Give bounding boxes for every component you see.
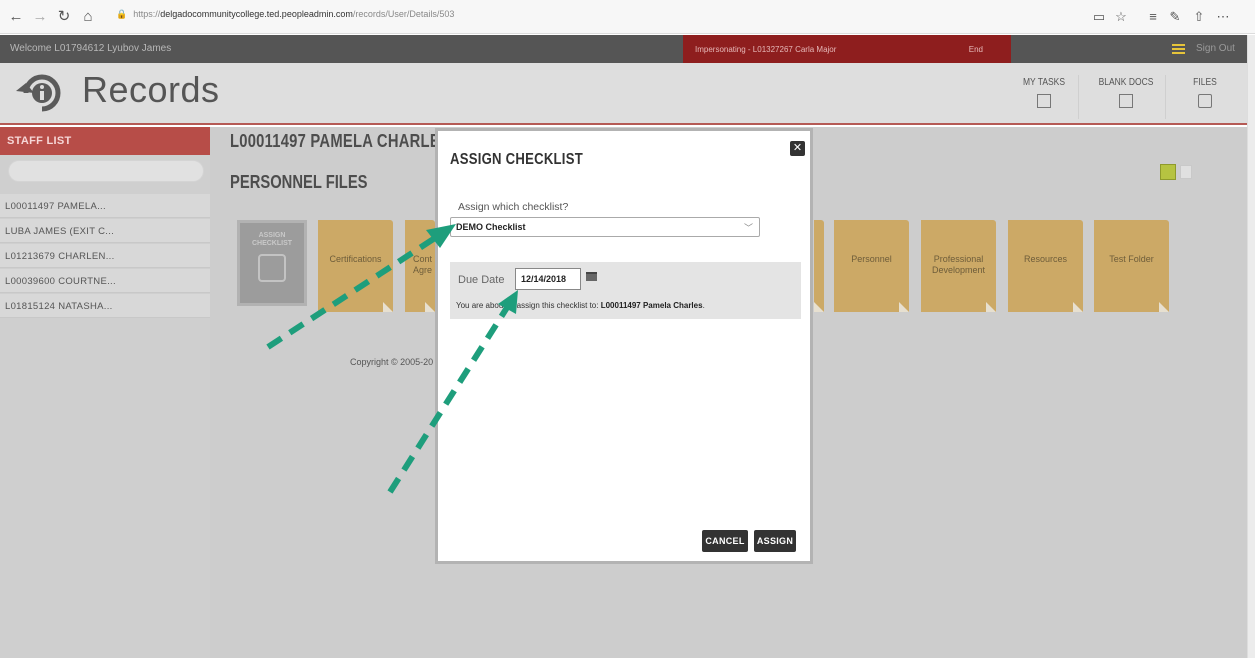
sign-out-link[interactable]: Sign Out [1196,43,1235,54]
reading-view-icon[interactable]: ▭ [1090,7,1108,27]
cancel-button[interactable]: CANCEL [702,530,748,552]
home-icon[interactable]: ⌂ [78,7,98,27]
documents-icon [1119,94,1133,108]
assign-checklist-modal: ASSIGN CHECKLIST ✕ Assign which checklis… [435,128,813,564]
lock-icon: 🔒 [116,9,128,19]
tab-my-tasks[interactable]: MY TASKS [1012,77,1076,108]
folder-contracts[interactable]: Cont Agre [405,220,435,312]
favorites-list-icon[interactable]: ≡ [1144,7,1162,27]
page-scrollbar[interactable] [1247,35,1255,658]
impersonation-bar: Impersonating - L01327267 Carla Major En… [683,35,1011,63]
app-header: Records MY TASKS BLANK DOCS FILES [0,63,1247,125]
list-view-icon[interactable] [1180,165,1192,179]
welcome-text: Welcome L01794612 Lyubov James [10,43,172,54]
browser-toolbar: ← → ↻ ⌂ 🔒 https://delgadocommunitycollege… [0,0,1255,34]
address-bar[interactable]: 🔒 https://delgadocommunitycollege.ted.peo… [116,9,454,20]
due-date-input[interactable]: 12/14/2018 [515,268,581,290]
checklist-select[interactable]: DEMO Checklist ﹀ [450,217,760,237]
pen-icon[interactable]: ✎ [1166,7,1184,27]
chevron-down-icon: ﹀ [743,223,753,233]
assign-button[interactable]: ASSIGN [754,530,796,552]
checklist-question-label: Assign which checklist? [458,201,569,213]
end-impersonation-link[interactable]: End [969,45,983,54]
checkbox-icon [1037,94,1051,108]
app-topbar: Welcome L01794612 Lyubov James Impersona… [0,35,1247,63]
staff-list-header: STAFF LIST [0,127,210,155]
inbox-icon [1198,94,1212,108]
due-date-panel: Due Date 12/14/2018 You are about to ass… [450,262,801,319]
hamburger-menu-icon[interactable] [1172,44,1185,54]
tab-files[interactable]: FILES [1180,77,1230,108]
copyright-text: Copyright © 2005-20 [350,357,434,367]
folder-hidden[interactable] [814,220,824,312]
assign-summary: You are about to assign this checklist t… [456,301,705,310]
more-options-icon[interactable]: ⋯ [1214,7,1232,27]
app-logo-text: Records [82,69,220,110]
staff-list-item[interactable]: L00039600 COURTNE... [0,269,210,293]
folder-certifications[interactable]: Certifications [318,220,393,312]
refresh-icon[interactable]: ↻ [54,7,74,27]
folder-personnel[interactable]: Personnel [834,220,909,312]
folder-test-folder[interactable]: Test Folder [1094,220,1169,312]
folder-professional-development[interactable]: Professional Development [921,220,996,312]
staff-list-item[interactable]: L01213679 CHARLEN... [0,244,210,268]
back-arrow-icon[interactable]: ← [6,7,26,27]
close-icon[interactable]: ✕ [790,141,805,156]
staff-search-input[interactable] [8,160,204,182]
staff-list-item[interactable]: L00011497 PAMELA... [0,194,210,218]
share-icon[interactable]: ⇧ [1190,7,1208,27]
clipboard-icon [258,254,286,282]
calendar-icon[interactable] [586,272,597,281]
due-date-label: Due Date [458,274,505,286]
favorite-star-icon[interactable]: ☆ [1112,7,1130,27]
tab-blank-docs[interactable]: BLANK DOCS [1092,77,1160,108]
staff-sidebar: STAFF LIST L00011497 PAMELA... LUBA JAME… [0,127,210,658]
grid-view-icon[interactable] [1160,164,1176,180]
staff-list-item[interactable]: L01815124 NATASHA... [0,294,210,318]
records-logo-icon [16,74,61,112]
page-title: L00011497 PAMELA CHARLES [230,131,451,151]
staff-list-item[interactable]: LUBA JAMES (EXIT C... [0,219,210,243]
section-title: PERSONNEL FILES [230,172,368,192]
tab-divider [1165,75,1166,119]
assign-checklist-tile[interactable]: ASSIGN CHECKLIST [237,220,307,306]
tab-divider [1078,75,1079,119]
impersonating-text: Impersonating - L01327267 Carla Major [695,45,837,54]
modal-title: ASSIGN CHECKLIST [450,151,583,168]
forward-arrow-icon[interactable]: → [30,7,50,27]
folder-resources[interactable]: Resources [1008,220,1083,312]
